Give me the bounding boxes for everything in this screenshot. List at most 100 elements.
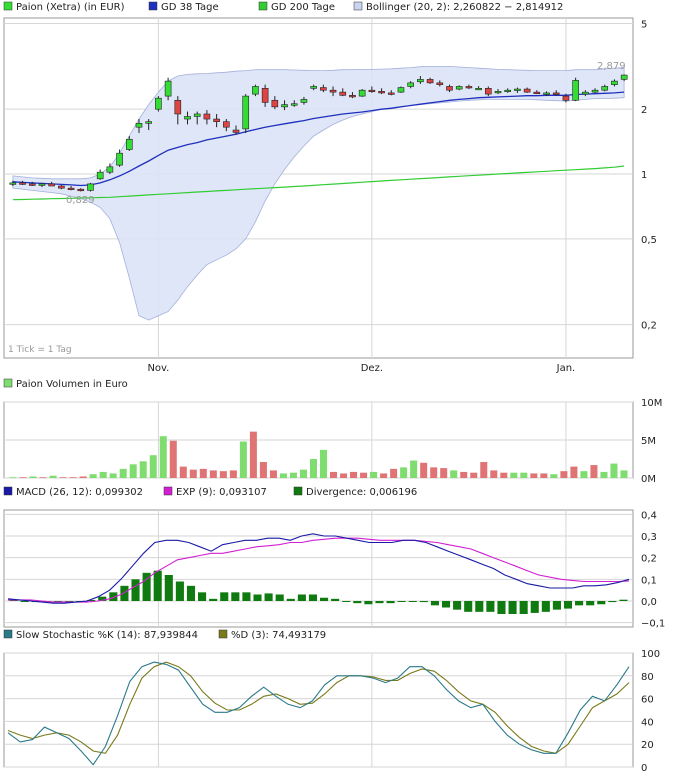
legend-swatch [3, 629, 13, 639]
volume-bar [400, 467, 408, 478]
candle-body [300, 99, 308, 103]
candle-body [155, 97, 162, 110]
divergence-bar [264, 593, 273, 601]
legend-swatch [353, 1, 363, 11]
volume-bar [350, 471, 358, 478]
divergence-bar [175, 581, 184, 601]
legend-swatch [3, 1, 13, 11]
chart-root: Paion (Xetra) (in EUR) GD 38 Tage GD 200 T… [0, 0, 681, 776]
legend-label: %D (3): 74,493179 [231, 630, 326, 641]
divergence-bar [541, 601, 550, 612]
legend-label: GD 200 Tage [271, 2, 335, 13]
volume-bar [330, 471, 338, 478]
divergence-bar [220, 592, 229, 601]
divergence-bar [530, 601, 539, 613]
divergence-bar [353, 601, 362, 604]
candle-body [397, 87, 405, 93]
candle-body [203, 113, 211, 120]
y-tick-label: 5 [641, 19, 647, 30]
candle-body [281, 104, 288, 108]
divergence-bar [597, 601, 606, 605]
volume-bar [540, 473, 548, 478]
divergence-bar [320, 597, 329, 601]
volume-bar [209, 470, 217, 478]
volume-bar [59, 477, 67, 478]
legend-swatch [258, 1, 268, 11]
divergence-bar [453, 601, 462, 610]
divergence-bar [120, 585, 129, 601]
candle-body [562, 95, 570, 101]
volume-bar [560, 471, 568, 478]
volume-bar [159, 436, 167, 478]
candle-body [368, 89, 376, 92]
volume-bar [610, 463, 618, 478]
candle-body [125, 138, 133, 150]
volume-bar [179, 466, 187, 478]
divergence-bar [586, 601, 595, 606]
stock-chart: Paion (Xetra) (in EUR) GD 38 Tage GD 200 T… [3, 1, 665, 774]
candle-body [417, 79, 424, 83]
candle-body [387, 92, 395, 95]
y-tick-label: 0M [641, 474, 656, 485]
x-tick-label: Dez. [361, 363, 383, 374]
volume-bar [259, 462, 267, 478]
divergence-bar [475, 601, 484, 612]
candle-body [514, 88, 521, 91]
candle-body [358, 89, 366, 97]
volume-bar [279, 473, 287, 478]
volume-bar [129, 464, 137, 478]
legend-label: Paion (Xetra) (in EUR) [16, 2, 125, 13]
volume-bar [39, 477, 47, 478]
y-tick-label: −0,1 [641, 619, 665, 630]
divergence-bar [464, 601, 473, 612]
volume-bar [490, 470, 498, 478]
candle-body [252, 86, 259, 95]
volume-bar [169, 440, 177, 478]
divergence-bar [519, 601, 528, 614]
divergence-bar [308, 594, 317, 601]
candle-body [407, 82, 414, 87]
volume-bar [149, 455, 157, 478]
divergence-bar [575, 601, 584, 606]
tick-note: 1 Tick = 1 Tag [8, 345, 72, 355]
volume-bar [590, 465, 598, 478]
divergence-bar [397, 601, 406, 602]
y-tick-label: 60 [641, 695, 654, 706]
volume-bar [460, 471, 468, 478]
y-tick-label: 0,4 [641, 510, 657, 521]
divergence-bar [430, 601, 439, 606]
volume-bar [620, 470, 628, 478]
volume-bar [29, 476, 37, 478]
candle-body [504, 89, 512, 92]
legend-label: EXP (9): 0,093107 [176, 487, 267, 498]
candle-body [38, 183, 46, 186]
y-tick-label: 0,2 [641, 554, 657, 565]
legend-label: Divergence: 0,006196 [306, 487, 417, 498]
divergence-bar [497, 601, 506, 614]
divergence-bar [408, 601, 417, 602]
candle-body [261, 88, 269, 103]
volume-bar [600, 471, 608, 478]
divergence-bar [608, 601, 617, 603]
volume-bar [219, 471, 227, 478]
volume-bar [470, 472, 478, 478]
legend-label: Bollinger (20, 2): 2,260822 − 2,814912 [366, 2, 563, 13]
candle-body [116, 152, 123, 166]
volume-bar [309, 459, 317, 478]
volume-bar [109, 473, 117, 478]
volume-bar [580, 471, 588, 478]
candle-body [601, 86, 609, 91]
candle-body [135, 122, 143, 128]
divergence-bar [242, 592, 251, 601]
divergence-bar [209, 598, 218, 601]
volume-bar [320, 449, 328, 478]
candle-body [87, 183, 94, 191]
volume-bar [360, 472, 368, 478]
legend-label: Slow Stochastic %K (14): 87,939844 [16, 630, 198, 641]
y-tick-label: 0,0 [641, 597, 657, 608]
divergence-bar [386, 601, 395, 604]
candle-body [96, 171, 104, 180]
volume-bar [289, 472, 297, 478]
candle-body [77, 188, 85, 192]
candle-body [436, 82, 444, 85]
